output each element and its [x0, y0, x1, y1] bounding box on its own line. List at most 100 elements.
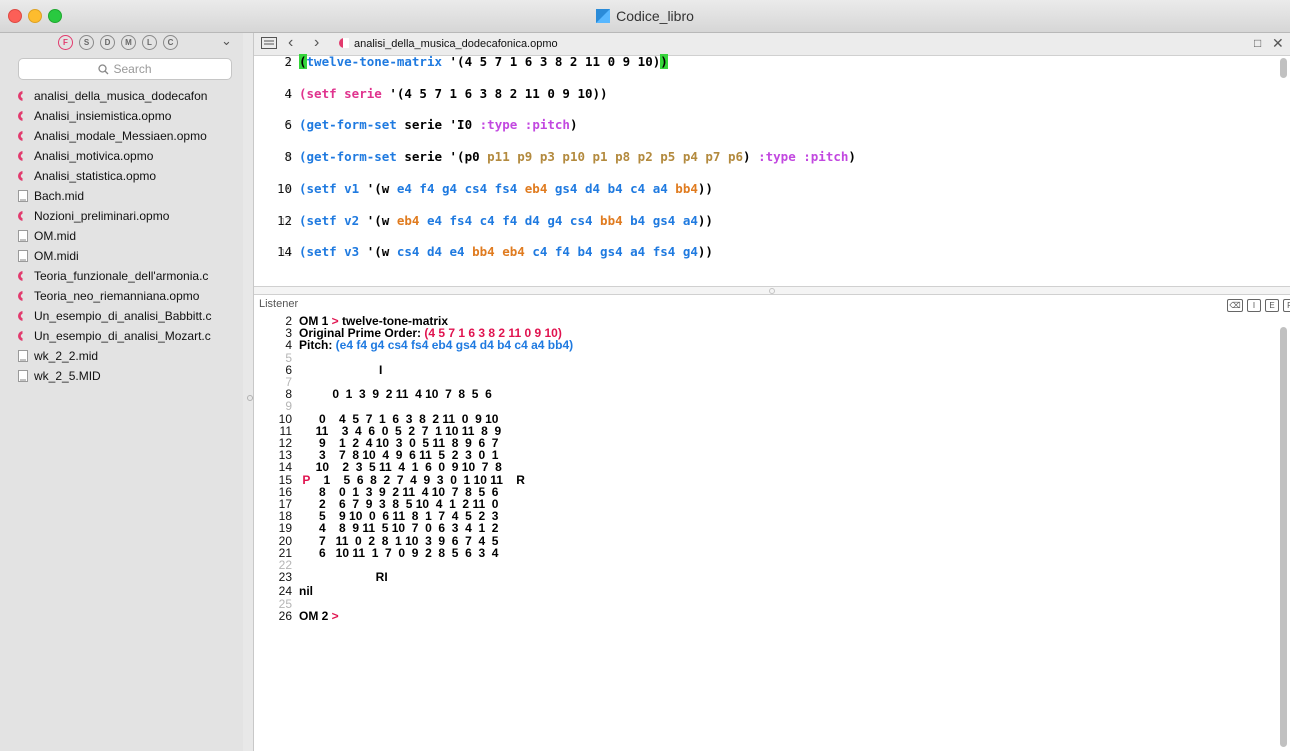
opmo-file-icon	[339, 38, 349, 48]
line-number: 7	[285, 375, 292, 389]
pane-splitter-handle[interactable]	[769, 288, 775, 294]
code-token: bb4	[600, 212, 623, 228]
listener-line: 5	[254, 352, 1254, 364]
opmo-file-icon	[18, 131, 29, 141]
listener-line: 25	[254, 598, 1254, 610]
file-list-item[interactable]: Un_esempio_di_analisi_Mozart.c	[0, 326, 243, 346]
midi-file-icon	[18, 190, 28, 202]
file-list-item[interactable]: wk_2_2.mid	[0, 346, 243, 366]
code-token: (setf v1	[299, 180, 367, 196]
filter-m-button[interactable]: M	[121, 35, 136, 50]
file-list-item[interactable]: analisi_della_musica_dodecafon	[0, 86, 243, 106]
opmo-file-icon	[18, 171, 29, 181]
editor-file-tab[interactable]: analisi_della_musica_dodecafonica.opmo	[338, 37, 558, 50]
close-icon[interactable]: ✕	[1272, 35, 1284, 52]
file-list-item[interactable]: Analisi_modale_Messiaen.opmo	[0, 126, 243, 146]
midi-file-icon	[18, 230, 28, 242]
file-name: Nozioni_preliminari.opmo	[34, 209, 170, 223]
listener-line: 12 9 1 2 4 10 3 0 5 11 8 9 6 7	[254, 437, 1254, 449]
line-number: 4	[285, 338, 292, 353]
line-number: 14	[278, 460, 292, 475]
code-line: 10 (setf v1 '(w e4 f4 g4 cs4 fs4 eb4 gs4 …	[254, 181, 1254, 196]
file-list-item[interactable]: Bach.mid	[0, 186, 243, 206]
code-token: ))	[697, 244, 713, 260]
listener-panel: Listener ⌫ I E R 2OM 1 > twelve-tone-mat…	[254, 295, 1290, 751]
file-list-item[interactable]: Un_esempio_di_analisi_Babbitt.c	[0, 306, 243, 326]
listener-line: 10 0 4 5 7 1 6 3 8 2 11 0 9 10	[254, 413, 1254, 425]
line-number: 3	[285, 326, 292, 341]
file-list-item[interactable]: OM.mid	[0, 226, 243, 246]
line-number: 11	[279, 423, 292, 438]
code-token: ))	[697, 212, 713, 228]
splitter-handle[interactable]	[247, 395, 253, 401]
file-list-item[interactable]: Analisi_insiemistica.opmo	[0, 106, 243, 126]
code-token: cs4 d4 e4	[396, 244, 473, 260]
line-number: 8	[285, 387, 292, 402]
file-list-item[interactable]: OM.midi	[0, 246, 243, 266]
listener-line: 9	[254, 400, 1254, 412]
forward-icon[interactable]: ›	[314, 34, 319, 52]
file-list-item[interactable]: Analisi_statistica.opmo	[0, 166, 243, 186]
listener-r-button[interactable]: R	[1283, 299, 1290, 312]
listener-line: 2 OM 1 > twelve-tone-matrix	[254, 315, 1254, 327]
code-token: '(4 5 7 1 6 3 8 2 11 0 9 10))	[381, 85, 608, 101]
sidebar: F S D M L C ⌄ Search analisi_della_music…	[0, 33, 244, 751]
title-bar: Codice_libro	[0, 0, 1290, 33]
filter-d-button[interactable]: D	[100, 35, 115, 50]
file-name: Analisi_statistica.opmo	[34, 169, 157, 183]
line-number: 13	[278, 448, 292, 463]
code-token: bb4 eb4	[472, 244, 525, 260]
editor-scrollbar[interactable]	[1280, 58, 1287, 78]
clear-listener-button[interactable]: ⌫	[1227, 299, 1243, 312]
back-icon[interactable]: ‹	[288, 34, 293, 52]
file-list-item[interactable]: Teoria_funzionale_dell'armonia.c	[0, 266, 243, 286]
file-list-item[interactable]: Analisi_motivica.opmo	[0, 146, 243, 166]
listener-scrollbar[interactable]	[1280, 327, 1287, 747]
sidebar-splitter[interactable]	[243, 33, 254, 751]
code-token: (setf	[299, 85, 345, 101]
chevron-down-icon[interactable]: ⌄	[221, 33, 232, 49]
detach-icon[interactable]: □	[1254, 36, 1261, 50]
code-token: 0 1 3 9 2 11 4 10 7 8 5 6	[299, 387, 492, 402]
line-number: 15	[278, 472, 292, 487]
listener-line: 24 nil	[254, 585, 1254, 597]
file-name: Analisi_modale_Messiaen.opmo	[34, 129, 207, 143]
line-number: 17	[278, 497, 292, 511]
filter-l-button[interactable]: L	[142, 35, 157, 50]
code-token: ))	[697, 180, 713, 196]
code-token: )	[660, 54, 668, 69]
code-token: serie	[344, 85, 382, 101]
code-token: '(w	[366, 212, 397, 228]
sidebar-toggle-icon[interactable]	[261, 37, 277, 49]
pane-splitter[interactable]	[254, 286, 1290, 295]
opmo-file-icon	[18, 331, 29, 341]
filter-bar: F S D M L C ⌄	[0, 33, 243, 53]
line-number: 14	[276, 244, 292, 260]
code-token: (get-form-set	[299, 117, 397, 133]
listener-line: 16 8 0 1 3 9 2 11 4 10 7 8 5 6	[254, 486, 1254, 498]
file-list-item[interactable]: wk_2_5.MID	[0, 366, 243, 386]
code-token: 6 10 11 1 7 0 9 2 8 5 6 3 4	[299, 545, 499, 560]
code-token: RI	[299, 570, 388, 585]
listener-i-button[interactable]: I	[1247, 299, 1261, 312]
line-number: 6	[284, 117, 292, 133]
listener-line: 3 Original Prime Order: (4 5 7 1 6 3 8 2 …	[254, 327, 1254, 339]
listener-line: 14 10 2 3 5 11 4 1 6 0 9 10 7 8	[254, 461, 1254, 473]
code-editor[interactable]: 1 2 (twelve-tone-matrix '(4 5 7 1 6 3 8 2 …	[254, 54, 1290, 286]
filter-c-button[interactable]: C	[163, 35, 178, 50]
line-number: 2	[284, 54, 292, 69]
filter-f-button[interactable]: F	[58, 35, 73, 50]
code-token: '(4 5 7 1 6 3 8 2 11 0 9 10)	[442, 54, 661, 69]
line-number: 20	[278, 533, 292, 548]
filter-s-button[interactable]: S	[79, 35, 94, 50]
code-token: p11 p9 p3 p10 p1 p8 p2 p5 p4 p7 p6	[487, 149, 744, 165]
file-list-item[interactable]: Teoria_neo_riemanniana.opmo	[0, 286, 243, 306]
code-line: 4 (setf serie '(4 5 7 1 6 3 8 2 11 0 9 10…	[254, 86, 1254, 101]
line-number: 25	[278, 596, 292, 611]
code-line: 2 (twelve-tone-matrix '(4 5 7 1 6 3 8 2 1…	[254, 54, 1254, 69]
listener-e-button[interactable]: E	[1265, 299, 1279, 312]
code-token: OM 2	[299, 608, 332, 623]
file-list-item[interactable]: Nozioni_preliminari.opmo	[0, 206, 243, 226]
search-input[interactable]: Search	[18, 58, 232, 80]
code-token: (setf v2	[299, 212, 367, 228]
